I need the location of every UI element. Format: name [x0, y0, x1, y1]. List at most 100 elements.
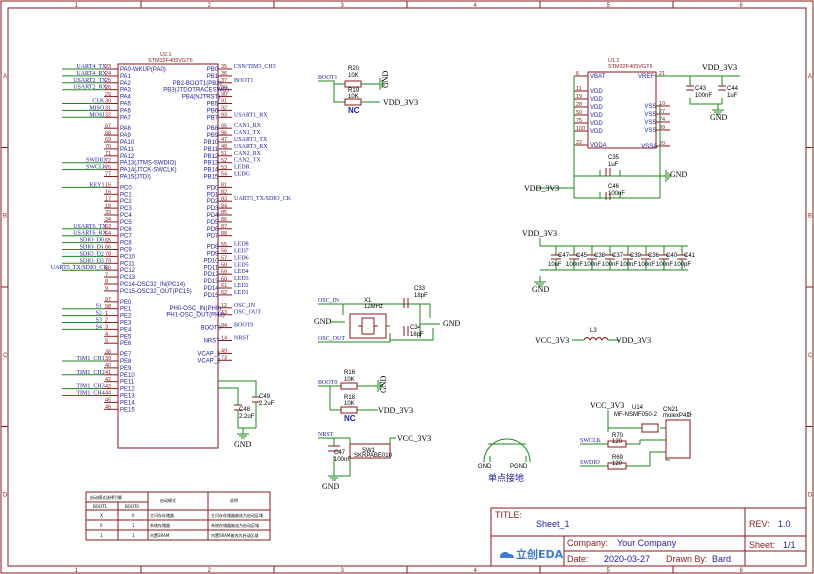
u2-pin-number: 51: [221, 151, 227, 157]
u2-pin-label: PB0: [207, 67, 219, 73]
bt-cell-boot1: X: [100, 513, 103, 518]
u1-pin-label: VDD: [590, 113, 603, 119]
u2-pin-number: 1: [105, 311, 108, 317]
nrst-net: NRST: [318, 432, 334, 438]
bt-cell-desc: 系统存储器被选为启动区域: [211, 522, 259, 528]
u1-pin-label: VSS: [644, 128, 656, 134]
u2-pin-label: PE11: [120, 380, 135, 386]
decap-ref: C47: [558, 253, 570, 259]
decap-value: 100pF: [674, 262, 691, 268]
u2-net-label: S2: [96, 311, 102, 317]
u14-ref: U14: [632, 405, 644, 411]
r20-ref: R20: [348, 66, 360, 72]
c33-value: 18pF: [414, 293, 428, 299]
u2-net-label: USART1_RX: [234, 112, 268, 118]
drawn-label: Drawn By:: [666, 554, 708, 564]
bt-s1: BOOT0: [125, 504, 139, 509]
r16-ref: R16: [344, 370, 356, 376]
u1-vdd-label: VDD_3V3: [524, 184, 559, 193]
logo-text: 立创EDA: [516, 547, 564, 561]
u2-pin-number: 78: [105, 252, 111, 258]
u2-pin-label: PB9: [207, 133, 219, 139]
u2-pin-label: PC4: [120, 213, 132, 219]
company-value: Your Company: [617, 538, 677, 548]
u2-pin-label: PA12: [120, 154, 135, 160]
decap-ref: C37: [612, 253, 624, 259]
sheet-value: 1/1: [783, 540, 796, 550]
u2-net-label: CAN2_RX: [234, 151, 262, 157]
u2-net-label: CAN2_TX: [234, 158, 261, 164]
boot1-circuit: BOOT1 R20 10K R19 10K NC GND VDD_3V3: [318, 66, 418, 115]
gnd-tie-a: GND: [478, 464, 492, 470]
u2-pin-label: PA7: [120, 115, 132, 121]
r20-value: 10K: [348, 73, 359, 79]
c33-ref: C33: [414, 286, 426, 292]
u2-pin-number: 58: [221, 263, 227, 269]
u1-pin-number: 28: [576, 102, 582, 108]
r16-value: 10K: [344, 377, 355, 383]
u2-pin-number: 96: [221, 130, 227, 136]
u2-net-label: SWCLK: [86, 165, 108, 171]
u2-net-label: BOOT0: [234, 323, 253, 329]
u2-pin-number: 92: [221, 106, 227, 112]
u2-pin-number: 31: [105, 106, 111, 112]
company-label: Company:: [567, 538, 608, 548]
u2-pin-number: 16: [105, 190, 111, 196]
u2-pin-label: PC13: [120, 275, 136, 281]
c46-value: 100nF: [608, 191, 625, 197]
sheet-label: Sheet:: [749, 540, 775, 550]
u2-net-label: USART2_RX: [73, 85, 107, 91]
u2-pin-label: PA3: [120, 88, 132, 94]
u2-pin-label: PE8: [120, 359, 132, 365]
u2-pin-label: PB7: [207, 115, 219, 121]
schematic-canvas: 112233445566A AB BC CD D U2.1 STM32F405VGT6 …: [0, 0, 814, 574]
u2-pin-number: 49: [221, 349, 227, 355]
u2-net-label: UART5_TX/SDIO_CK: [234, 196, 292, 202]
ref-vdd-label: VDD_3V3: [702, 63, 737, 72]
u2-pin-label: PA8: [120, 126, 132, 132]
u2-pin-label: PB11: [204, 147, 219, 153]
u2-pin-number: 17: [105, 196, 111, 202]
u2-pin-number: 67: [105, 123, 111, 129]
u1-pin-label: VSSA: [641, 144, 657, 150]
decap-ref: C39: [630, 253, 642, 259]
easyeda-logo: 立创EDA: [500, 547, 564, 561]
u2-pin-label: PE6: [120, 341, 132, 347]
boot0-circuit: BOOT0 R16 10K R18 10K NC GND VDD_3V3: [318, 370, 413, 423]
u2-net-label: MISO: [89, 105, 105, 111]
u2-pin-number: 48: [221, 144, 227, 150]
decap-value: 100nF: [584, 262, 601, 268]
u2-pin-label: PC10: [120, 254, 136, 260]
zone-row-left: A: [3, 74, 7, 80]
u2-pin-label: PC0: [120, 185, 132, 191]
u2-pin-label: PC14-OSC32_IN(PC14): [120, 282, 185, 288]
u2-pin-label: PA14(JTCK-SWCLK): [120, 168, 177, 174]
u2-net-label: KEY1: [89, 182, 104, 188]
u2-pin-number: 86: [221, 217, 227, 223]
u2-pin-label: NRST: [204, 339, 221, 345]
u2-pin-number: 42: [105, 377, 111, 383]
bt-h1: 启动模式: [160, 497, 176, 503]
u2-pin-label: PD0: [207, 185, 219, 191]
u2-net-label: LED8: [234, 242, 249, 248]
u2-pin-label: PB3(JTDOTRACESWO): [163, 88, 229, 94]
decap-value: 100nF: [656, 262, 673, 268]
u2-net-label: CAN1_RX: [234, 123, 262, 129]
u2-net-label: SDIO_D3: [80, 258, 104, 264]
c47r-ref: C47: [334, 450, 346, 456]
u2-net-label: TIM1_CH2: [76, 370, 104, 376]
u2-pin-number: 8: [105, 279, 108, 285]
u2-pin-label: PA1: [120, 74, 132, 80]
u2-net-label: CSN/TIM3_CH3: [234, 64, 276, 70]
c49-value: 2.2uF: [259, 401, 275, 407]
u2-pin-number: 93: [221, 113, 227, 119]
u2-net-label: LED2: [234, 283, 249, 289]
u2-pin-label: PC15-OSC32_OUT(PC15): [120, 289, 192, 295]
u2-pin-number: 14: [221, 336, 227, 342]
u2-pin-label: PC9: [120, 248, 132, 254]
u2-pin-number: 60: [221, 276, 227, 282]
u2-pin-label: PE7: [120, 352, 132, 358]
vcap-gnd-label: GND: [234, 440, 252, 449]
u1-pin-number: 11: [576, 86, 582, 92]
u2-pin-label: PE13: [120, 394, 135, 400]
